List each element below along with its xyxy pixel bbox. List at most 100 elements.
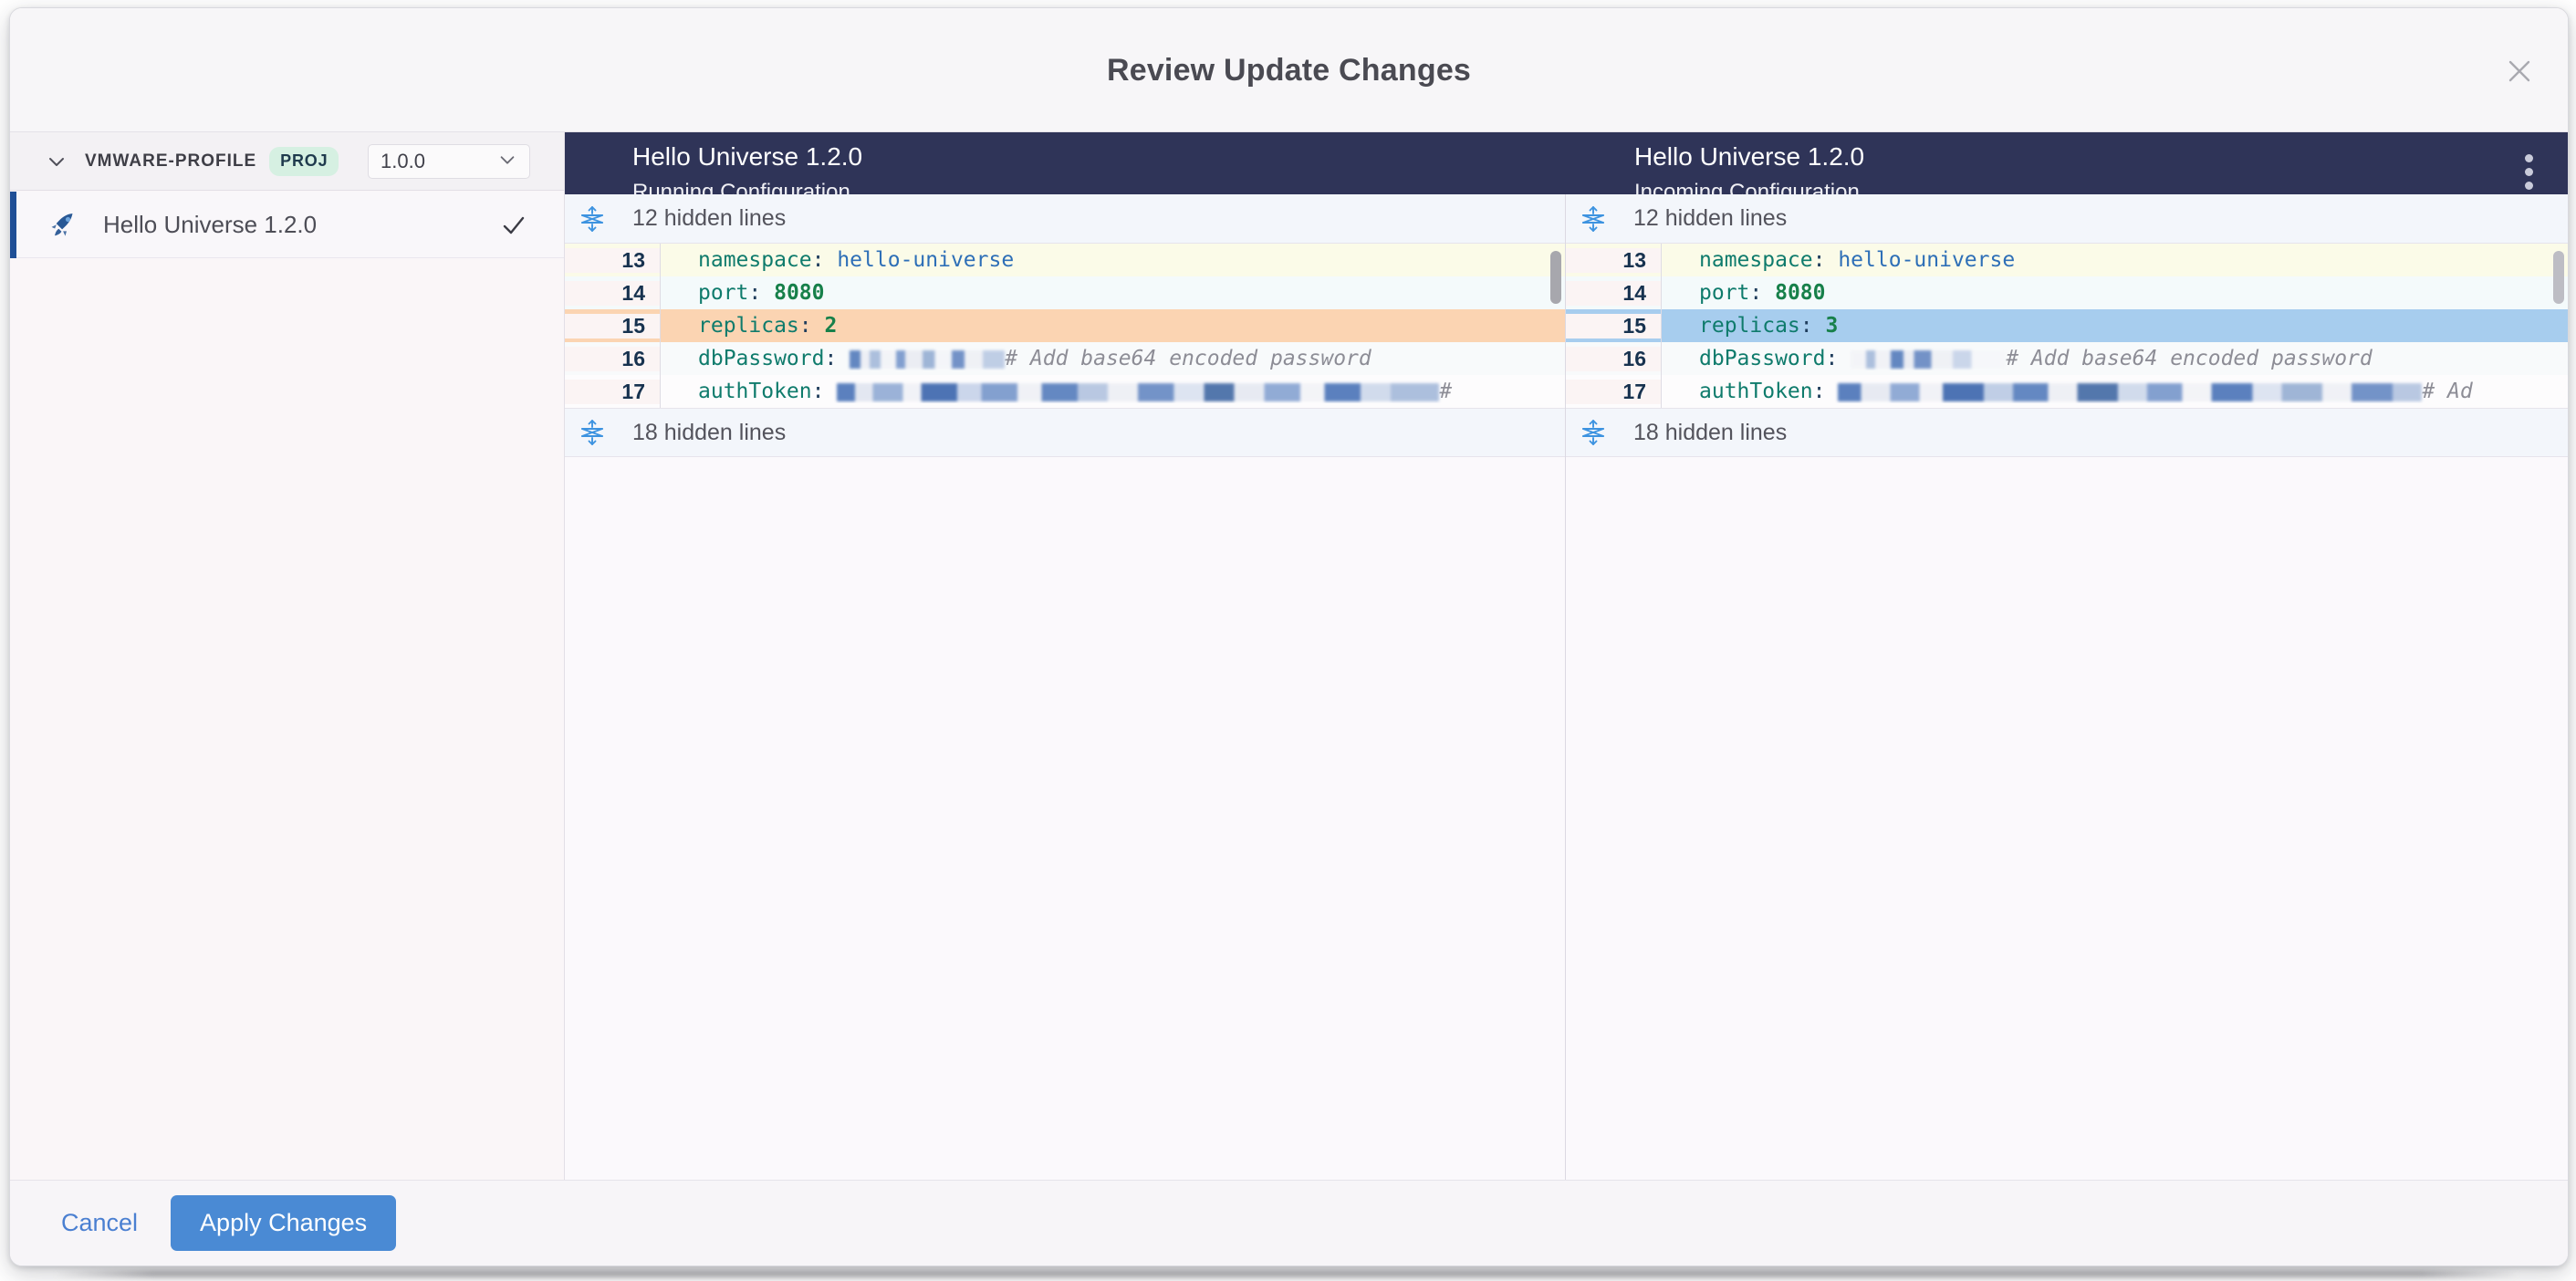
line-content: namespace: hello-universe bbox=[1677, 248, 2568, 272]
version-select-value: 1.0.0 bbox=[381, 150, 497, 173]
diff-viewer: Hello Universe 1.2.0 Running Configurati… bbox=[565, 132, 2568, 1180]
diff-code-right: 13 namespace: hello-universe 14 port: 80… bbox=[1566, 244, 2568, 408]
selection-indicator bbox=[10, 192, 16, 258]
sidebar: VMWARE-PROFILE PROJ 1.0.0 bbox=[10, 132, 565, 1180]
redacted-secret-value bbox=[837, 383, 1439, 401]
modal-body: VMWARE-PROFILE PROJ 1.0.0 bbox=[10, 132, 2568, 1180]
yaml-key: replicas bbox=[698, 314, 799, 338]
check-icon bbox=[500, 212, 527, 239]
code-line: 14 port: 8080 bbox=[565, 276, 1565, 309]
unfold-lines-icon bbox=[565, 419, 620, 446]
line-number: 16 bbox=[565, 347, 660, 371]
yaml-key: authToken bbox=[1699, 380, 1813, 403]
yaml-colon: : bbox=[799, 314, 825, 338]
hidden-lines-bottom-right[interactable]: 18 hidden lines bbox=[1566, 408, 2568, 457]
yaml-key: replicas bbox=[1699, 314, 1800, 338]
line-content: dbPassword: # Add base64 encoded passwor… bbox=[1677, 347, 2568, 370]
code-line-removed: 15 replicas: 2 bbox=[565, 309, 1565, 342]
yaml-key: namespace bbox=[1699, 248, 1813, 272]
profile-name: VMWARE-PROFILE bbox=[85, 151, 256, 172]
code-line: 17 authToken: # Ad bbox=[1566, 375, 2568, 408]
chevron-down-icon bbox=[497, 150, 517, 174]
page-title: Review Update Changes bbox=[10, 8, 2568, 132]
hidden-lines-bottom-left[interactable]: 18 hidden lines bbox=[565, 408, 1565, 457]
unfold-lines-icon bbox=[565, 205, 620, 233]
version-select[interactable]: 1.0.0 bbox=[368, 144, 530, 179]
line-gutter bbox=[660, 244, 676, 276]
code-line: 16 dbPassword: # Add base64 encoded pass… bbox=[1566, 342, 2568, 375]
yaml-key: authToken bbox=[698, 380, 812, 403]
line-gutter bbox=[1661, 309, 1677, 342]
yaml-comment: # Ad bbox=[2422, 380, 2472, 403]
code-line: 17 authToken: # bbox=[565, 375, 1565, 408]
diff-pane-incoming: 12 hidden lines 13 namespace: hello-univ… bbox=[1566, 194, 2568, 1180]
line-gutter bbox=[1661, 244, 1677, 276]
profile-scope-badge: PROJ bbox=[269, 147, 339, 176]
line-number: 14 bbox=[1566, 281, 1661, 306]
yaml-colon: : bbox=[1813, 380, 1839, 403]
line-number: 16 bbox=[1566, 347, 1661, 371]
code-line: 13 namespace: hello-universe bbox=[565, 244, 1565, 276]
line-content: replicas: 3 bbox=[1677, 314, 2568, 338]
hidden-lines-label: 18 hidden lines bbox=[1633, 420, 1787, 446]
rocket-icon bbox=[45, 205, 83, 244]
line-number: 15 bbox=[565, 314, 660, 338]
line-number: 17 bbox=[565, 380, 660, 404]
redacted-secret-value bbox=[1838, 383, 2422, 401]
yaml-comment: # Add base64 encoded password bbox=[2006, 347, 2373, 370]
hidden-lines-top-right[interactable]: 12 hidden lines bbox=[1566, 194, 2568, 244]
unfold-lines-icon bbox=[1566, 419, 1621, 446]
line-content: dbPassword: # Add base64 encoded passwor… bbox=[676, 347, 1565, 370]
diff-code-left: 13 namespace: hello-universe 14 port: 80… bbox=[565, 244, 1565, 408]
close-icon[interactable] bbox=[2497, 48, 2542, 94]
chevron-down-icon[interactable] bbox=[45, 150, 68, 173]
modal-footer: Cancel Apply Changes bbox=[10, 1180, 2568, 1265]
code-line-added: 15 replicas: 3 bbox=[1566, 309, 2568, 342]
sidebar-item-hello-universe[interactable]: Hello Universe 1.2.0 bbox=[10, 192, 564, 258]
diff-header: Hello Universe 1.2.0 Running Configurati… bbox=[565, 132, 2568, 194]
line-content: namespace: hello-universe bbox=[676, 248, 1565, 272]
hidden-lines-label: 12 hidden lines bbox=[632, 205, 786, 232]
line-gutter bbox=[660, 309, 676, 342]
yaml-comment: # bbox=[1439, 380, 1452, 403]
yaml-colon: : bbox=[748, 281, 774, 305]
redacted-secret-value bbox=[850, 350, 1005, 369]
apply-changes-button[interactable]: Apply Changes bbox=[171, 1195, 396, 1251]
app-root: Review Update Changes VMWARE-PROFILE bbox=[0, 0, 2576, 1281]
line-gutter bbox=[660, 342, 676, 375]
diff-pane-running: 12 hidden lines 13 namespace: hello-univ… bbox=[565, 194, 1566, 1180]
hidden-lines-top-left[interactable]: 12 hidden lines bbox=[565, 194, 1565, 244]
yaml-colon: : bbox=[812, 248, 838, 272]
line-gutter bbox=[1661, 342, 1677, 375]
cancel-button[interactable]: Cancel bbox=[41, 1200, 158, 1246]
yaml-value: 2 bbox=[824, 314, 837, 338]
diff-left-title: Hello Universe 1.2.0 bbox=[632, 142, 862, 172]
pane-scrollbar-left[interactable] bbox=[1550, 251, 1561, 304]
line-gutter bbox=[660, 375, 676, 408]
line-content: port: 8080 bbox=[1677, 281, 2568, 305]
line-gutter bbox=[1661, 375, 1677, 408]
yaml-value: 8080 bbox=[774, 281, 824, 305]
yaml-key: port bbox=[1699, 281, 1749, 305]
yaml-value: hello-universe bbox=[837, 248, 1014, 272]
pane-scrollbar-right[interactable] bbox=[2553, 251, 2564, 304]
redacted-secret-value bbox=[1851, 350, 2006, 369]
yaml-colon: : bbox=[812, 380, 838, 403]
yaml-colon: : bbox=[1825, 347, 1851, 370]
modal-window: Review Update Changes VMWARE-PROFILE bbox=[9, 7, 2569, 1266]
kebab-menu-icon[interactable] bbox=[2509, 149, 2548, 194]
line-content: authToken: # bbox=[676, 380, 1565, 403]
yaml-key: namespace bbox=[698, 248, 812, 272]
line-number: 17 bbox=[1566, 380, 1661, 404]
yaml-colon: : bbox=[1813, 248, 1839, 272]
yaml-value: 8080 bbox=[1775, 281, 1825, 305]
hidden-lines-label: 12 hidden lines bbox=[1633, 205, 1787, 232]
line-number: 15 bbox=[1566, 314, 1661, 338]
code-line: 16 dbPassword: # Add base64 encoded pass… bbox=[565, 342, 1565, 375]
line-gutter bbox=[660, 276, 676, 309]
line-number: 14 bbox=[565, 281, 660, 306]
line-number: 13 bbox=[565, 248, 660, 273]
window-drop-shadow bbox=[55, 1270, 2519, 1277]
sidebar-item-label: Hello Universe 1.2.0 bbox=[103, 211, 317, 239]
line-gutter bbox=[1661, 276, 1677, 309]
